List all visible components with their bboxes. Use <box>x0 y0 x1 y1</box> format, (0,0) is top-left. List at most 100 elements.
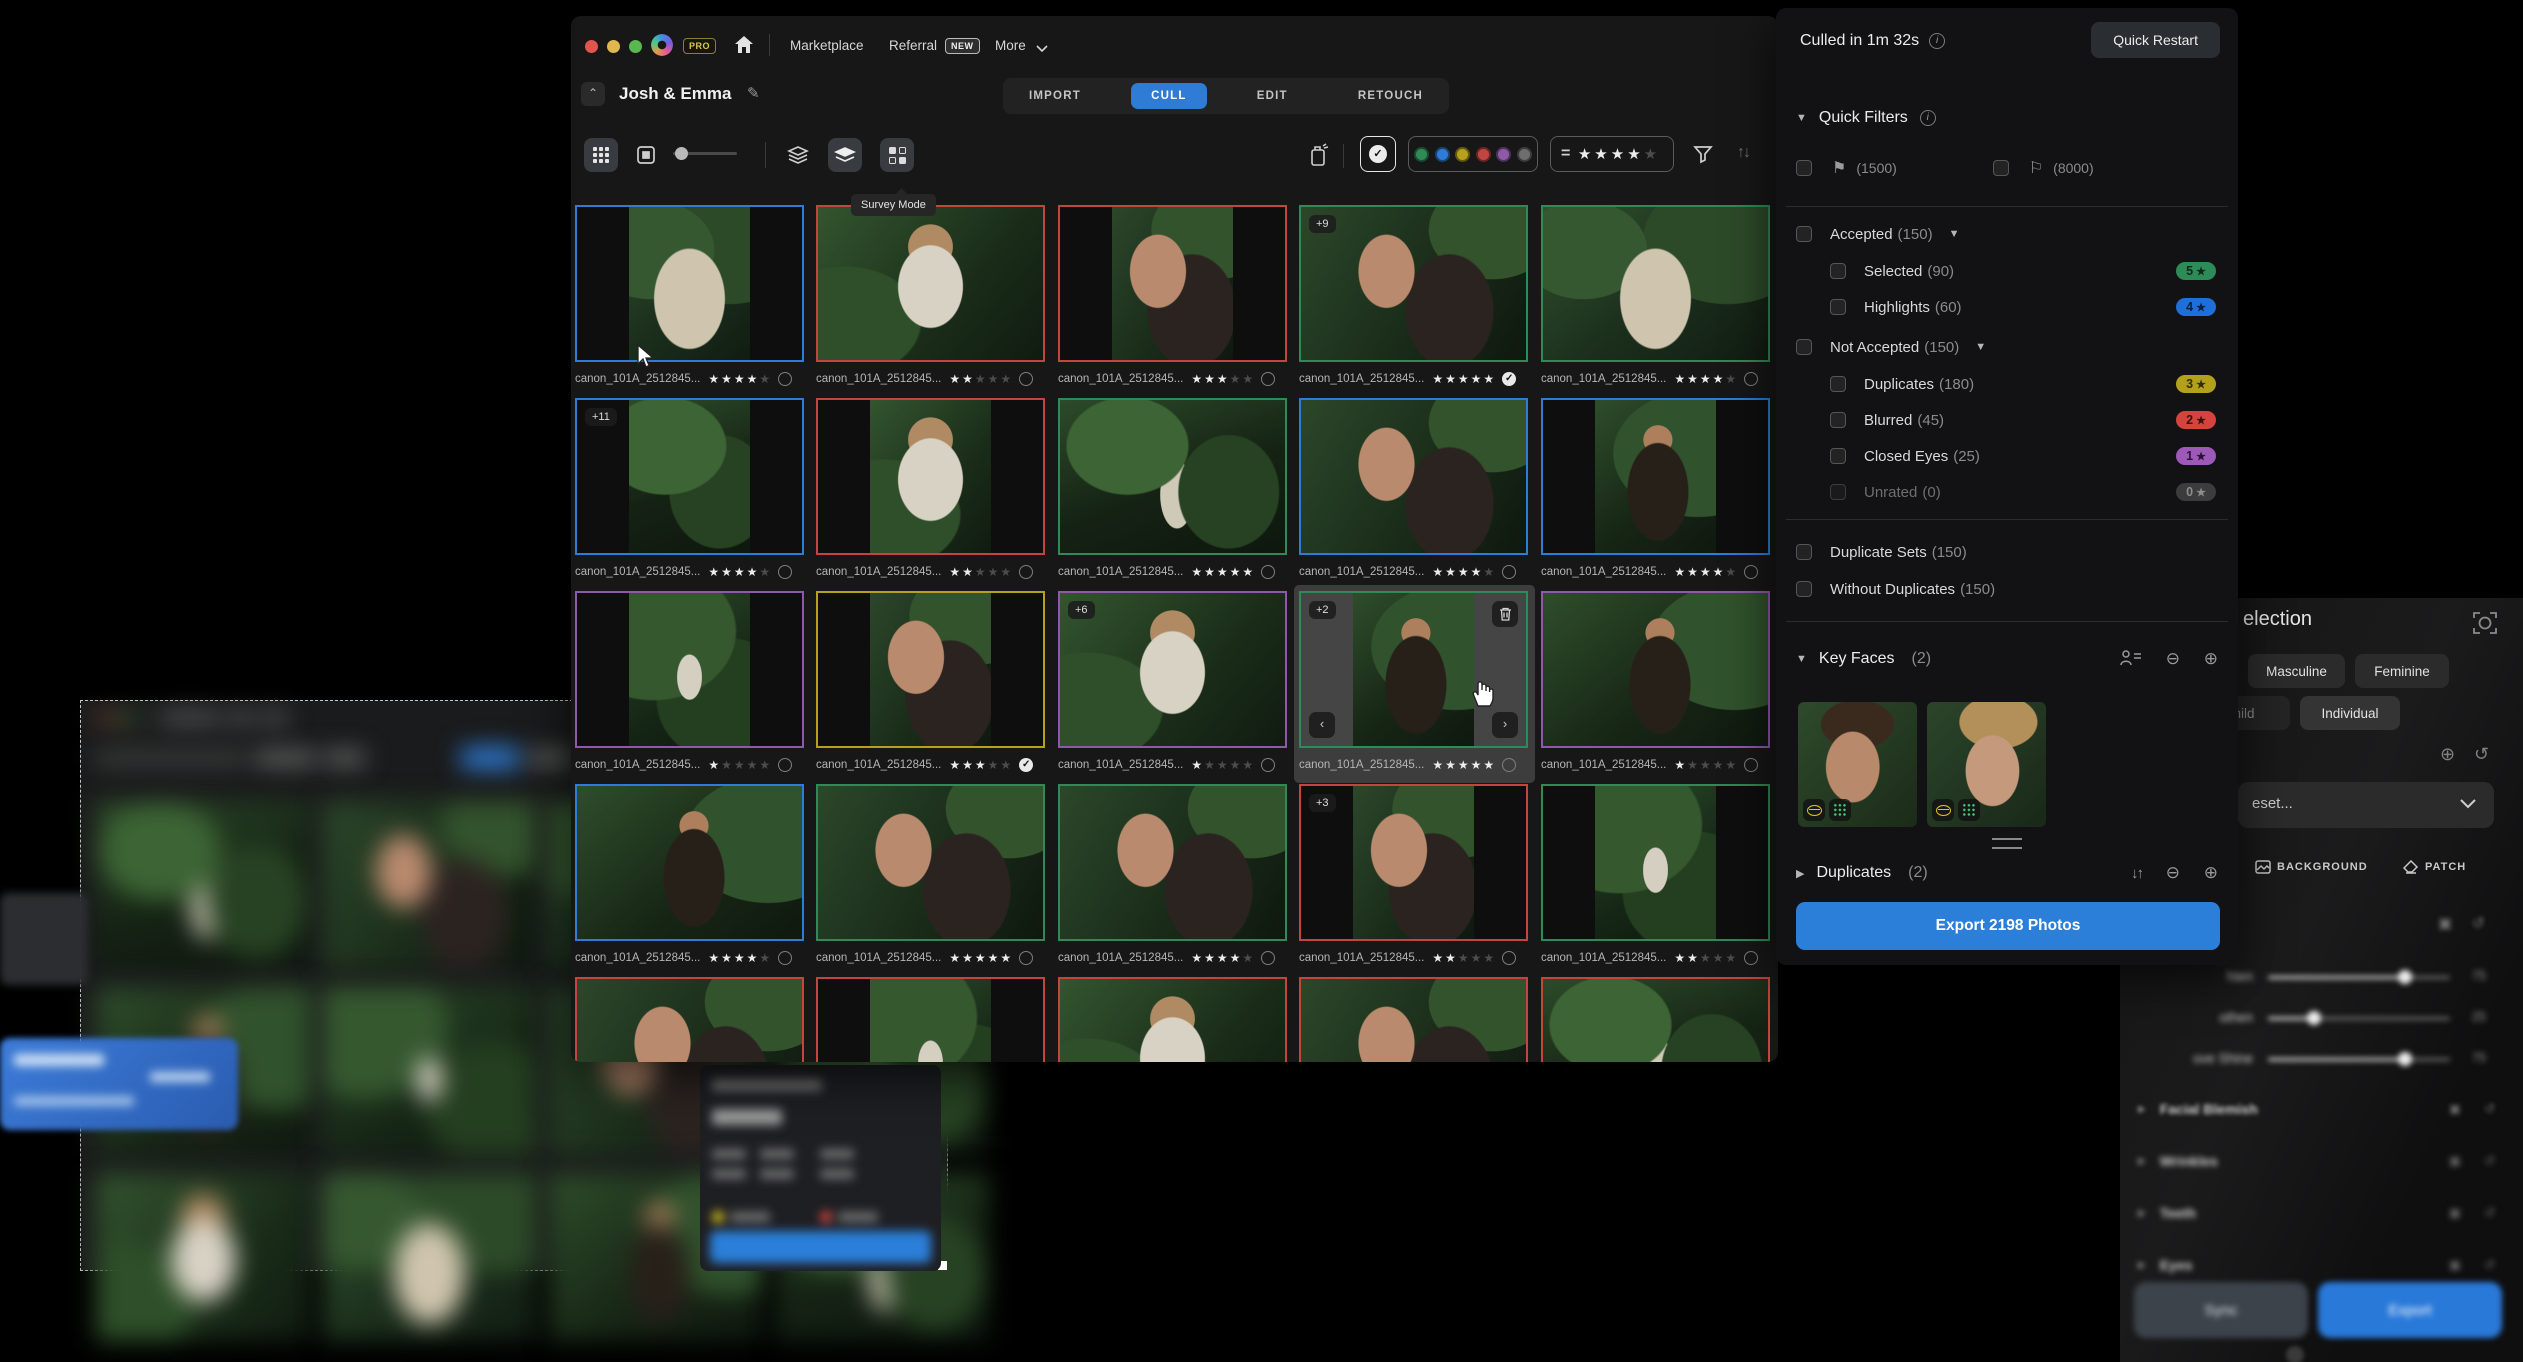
rating-star[interactable]: ★ <box>1713 758 1724 772</box>
rating-star[interactable]: ★ <box>1445 565 1456 579</box>
slider-knob[interactable] <box>2307 1011 2321 1025</box>
caret-right-icon[interactable]: ▶ <box>2138 1156 2146 1167</box>
spray-select-icon[interactable] <box>1307 142 1331 173</box>
color-label-circle[interactable] <box>1261 951 1275 965</box>
rating-star[interactable]: ★ <box>1471 372 1482 386</box>
checked-filter-button[interactable]: ✓ <box>1360 136 1396 172</box>
rating-star[interactable]: ★ <box>1432 565 1443 579</box>
rating-star[interactable]: ★ <box>747 372 758 386</box>
rating-star[interactable]: ★ <box>1445 758 1456 772</box>
color-label-circle[interactable] <box>778 372 792 386</box>
rating-star[interactable]: ★ <box>721 758 732 772</box>
photo-thumbnail[interactable] <box>1058 977 1287 1062</box>
photo-cell[interactable] <box>816 977 1045 1062</box>
edit-title-icon[interactable]: ✎ <box>747 84 760 102</box>
rating-star[interactable]: ★ <box>708 951 719 965</box>
rating-star[interactable]: ★ <box>975 951 986 965</box>
filter-star[interactable]: ★ <box>1611 146 1624 163</box>
photo-thumbnail[interactable] <box>816 205 1045 362</box>
rating-star[interactable]: ★ <box>747 951 758 965</box>
checkbox[interactable] <box>1830 299 1846 315</box>
tab-retouch[interactable]: RETOUCH <box>1338 83 1443 109</box>
zoom-in-icon[interactable]: ⊕ <box>2204 649 2218 669</box>
color-label-circle[interactable] <box>1261 758 1275 772</box>
photo-cell[interactable]: canon_101A_2512845...★★★★★ <box>1541 784 1770 966</box>
photo-cell[interactable]: +9canon_101A_2512845...★★★★★✓ <box>1299 205 1528 387</box>
rating-star[interactable]: ★ <box>1191 951 1202 965</box>
caret-down-icon[interactable]: ▼ <box>1796 112 1807 124</box>
rating-star[interactable]: ★ <box>1432 372 1443 386</box>
sort-icon[interactable]: ↑↓ <box>1737 144 1749 162</box>
color-label-circle[interactable] <box>1019 565 1033 579</box>
photo-thumbnail[interactable] <box>1299 398 1528 555</box>
photo-cell[interactable]: +3canon_101A_2512845...★★★★★ <box>1299 784 1528 966</box>
rating-star[interactable]: ★ <box>1445 951 1456 965</box>
caret-right-icon[interactable]: ▶ <box>2138 1208 2146 1219</box>
photo-cell[interactable]: canon_101A_2512845...★★★★★ <box>575 205 804 387</box>
slider-track[interactable] <box>2268 976 2450 979</box>
photo-cell[interactable] <box>1299 977 1528 1062</box>
rating-star[interactable]: ★ <box>988 372 999 386</box>
rating-star[interactable]: ★ <box>1230 758 1241 772</box>
minimize-window-button[interactable] <box>607 40 620 53</box>
rating-star[interactable]: ★ <box>1725 758 1736 772</box>
rating-star[interactable]: ★ <box>1458 758 1469 772</box>
home-icon[interactable] <box>733 34 755 56</box>
rating-star[interactable]: ★ <box>759 372 770 386</box>
face-list-icon[interactable] <box>2120 650 2142 669</box>
next-arrow-button[interactable]: › <box>1492 712 1518 738</box>
retouch-export-button[interactable]: Export <box>2318 1282 2502 1338</box>
color-dot[interactable] <box>1455 147 1470 162</box>
zoom-in-icon[interactable]: ⊕ <box>2204 863 2218 883</box>
rating-star[interactable]: ★ <box>1191 565 1202 579</box>
survey-mode-button[interactable] <box>880 138 914 172</box>
photo-thumbnail[interactable] <box>575 784 804 941</box>
checkbox[interactable] <box>1796 581 1812 597</box>
rating-star[interactable]: ★ <box>1230 565 1241 579</box>
rating-star[interactable]: ★ <box>949 758 960 772</box>
rating-star[interactable]: ★ <box>734 372 745 386</box>
rating-star[interactable]: ★ <box>1725 951 1736 965</box>
caret-right-icon[interactable]: ▶ <box>2138 1260 2146 1271</box>
rating-star[interactable]: ★ <box>721 565 732 579</box>
color-dot[interactable] <box>1414 147 1429 162</box>
rating-star[interactable]: ★ <box>1230 951 1241 965</box>
slider-track[interactable] <box>2268 1058 2450 1061</box>
key-face-thumb[interactable] <box>1927 702 2046 827</box>
rating-star[interactable]: ★ <box>1458 372 1469 386</box>
flatten-view-button[interactable] <box>828 138 862 172</box>
color-label-circle[interactable] <box>1744 758 1758 772</box>
checkbox[interactable] <box>1830 448 1846 464</box>
caret-down-icon[interactable]: ▼ <box>1796 653 1807 665</box>
rating-star[interactable]: ★ <box>734 951 745 965</box>
slider-knob[interactable] <box>2398 1052 2412 1066</box>
individual-button[interactable]: Individual <box>2300 696 2400 730</box>
rating-star[interactable]: ★ <box>1483 758 1494 772</box>
undo-icon[interactable]: ↺ <box>2484 1101 2495 1117</box>
rating-star[interactable]: ★ <box>1242 372 1253 386</box>
tab-import[interactable]: IMPORT <box>1009 83 1101 109</box>
rating-star[interactable]: ★ <box>759 951 770 965</box>
color-label-circle[interactable] <box>1019 372 1033 386</box>
preset-dropdown[interactable]: eset... <box>2238 782 2494 828</box>
photo-cell[interactable] <box>1541 977 1770 1062</box>
photo-thumbnail[interactable]: +9 <box>1299 205 1528 362</box>
checkbox[interactable] <box>1830 412 1846 428</box>
star-rating-filter[interactable]: = ★★★★★ <box>1550 136 1674 172</box>
color-dot[interactable] <box>1476 147 1491 162</box>
rating-star[interactable]: ★ <box>721 951 732 965</box>
color-label-circle[interactable] <box>1744 372 1758 386</box>
photo-thumbnail[interactable] <box>1541 784 1770 941</box>
rating-star[interactable]: ★ <box>1471 565 1482 579</box>
rating-star[interactable]: ★ <box>708 565 719 579</box>
rating-star[interactable]: ★ <box>1445 372 1456 386</box>
checkbox[interactable] <box>1796 339 1812 355</box>
collapse-button[interactable]: ⌃ <box>581 82 605 106</box>
rating-star[interactable]: ★ <box>1458 951 1469 965</box>
rating-star[interactable]: ★ <box>1687 951 1698 965</box>
undo-icon[interactable]: ↺ <box>2484 1257 2495 1273</box>
filter-star[interactable]: ★ <box>1644 146 1657 163</box>
selected-check-icon[interactable]: ✓ <box>1019 758 1033 772</box>
filter-star[interactable]: ★ <box>1594 146 1607 163</box>
window-controls[interactable] <box>585 40 642 53</box>
